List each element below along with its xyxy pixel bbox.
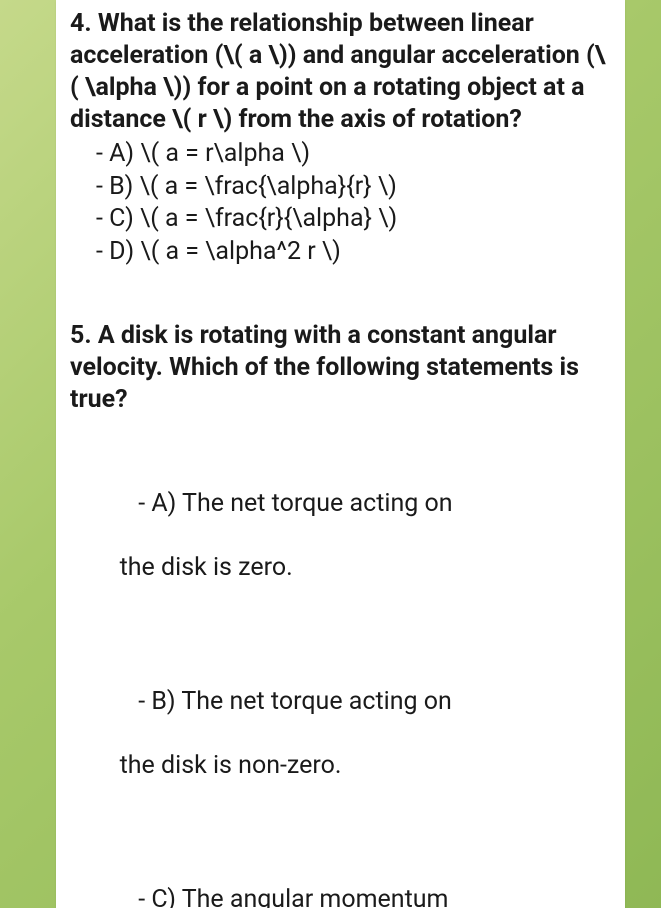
question-5-prompt-bold: A disk is rotating with a constant angul… — [70, 321, 579, 414]
question-4-option-a: - A) \( a = r\alpha \) — [70, 138, 611, 171]
spacer — [70, 296, 611, 320]
option-b-line2: the disk is non-zero. — [120, 751, 342, 780]
option-c-line1: - C) The angular momentum — [120, 885, 449, 908]
question-4: 4. What is the relationship between line… — [70, 8, 611, 268]
question-5-options: - A) The net torque acting on the disk i… — [70, 418, 611, 908]
question-4-option-c: - C) \( a = \frac{r}{\alpha} \) — [70, 203, 611, 236]
question-5-number: 5. — [70, 321, 92, 350]
question-4-text: 4. What is the relationship between line… — [70, 8, 611, 136]
question-5-option-c: - C) The angular momentum of the disk is… — [70, 852, 611, 908]
question-4-options: - A) \( a = r\alpha \) - B) \( a = \frac… — [70, 138, 611, 268]
option-a-line2: the disk is zero. — [120, 553, 293, 582]
option-b-line1: - B) The net torque acting on — [120, 687, 452, 716]
question-5-text: 5. A disk is rotating with a constant an… — [70, 320, 611, 416]
question-4-option-b: - B) \( a = \frac{\alpha}{r} \) — [70, 171, 611, 204]
question-4-option-d: - D) \( a = \alpha^2 r \) — [70, 236, 611, 269]
option-a-line1: - A) The net torque acting on — [120, 489, 453, 518]
message-card: 4. What is the relationship between line… — [56, 0, 625, 908]
question-5: 5. A disk is rotating with a constant an… — [70, 320, 611, 908]
question-5-option-a: - A) The net torque acting on the disk i… — [70, 456, 611, 616]
question-4-number: 4. — [70, 9, 92, 38]
question-5-option-b: - B) The net torque acting on the disk i… — [70, 654, 611, 814]
